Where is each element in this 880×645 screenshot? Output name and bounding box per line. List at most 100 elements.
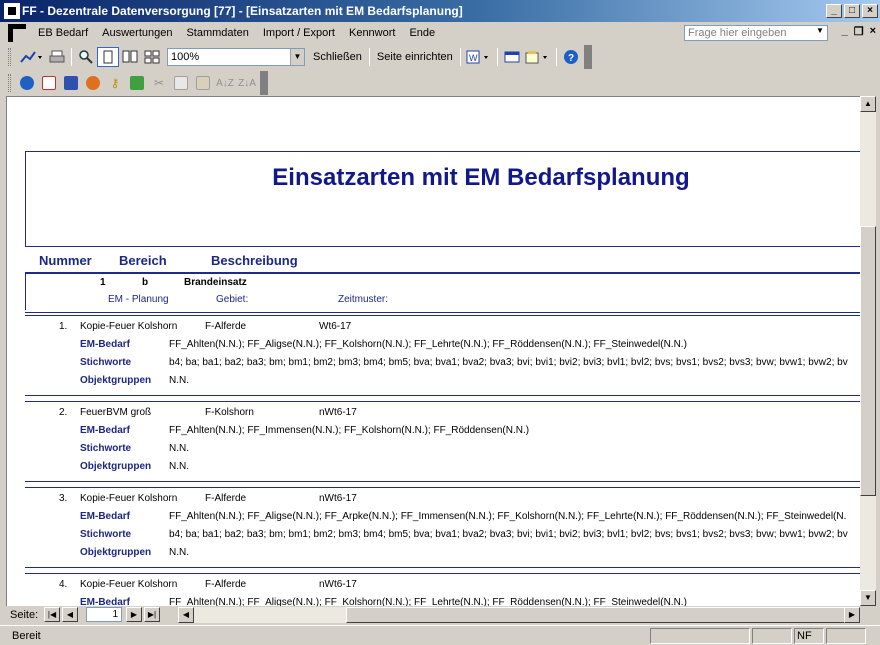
scroll-right-icon[interactable]: ▶ bbox=[844, 607, 860, 623]
scroll-up-icon[interactable]: ▲ bbox=[860, 96, 876, 112]
label-em-bedarf: EM-Bedarf bbox=[80, 597, 131, 606]
word-export-icon[interactable]: W bbox=[464, 47, 494, 67]
entry-objektgruppen: N.N. bbox=[169, 375, 189, 386]
first-page-icon[interactable]: |◀ bbox=[44, 607, 60, 622]
help-icon[interactable]: ? bbox=[560, 47, 582, 67]
one-page-icon[interactable] bbox=[97, 47, 119, 67]
menu-eb-bedarf[interactable]: EB Bedarf bbox=[32, 25, 96, 41]
minimize-button[interactable]: _ bbox=[826, 4, 842, 18]
label-stichworte: Stichworte bbox=[80, 357, 132, 368]
vertical-scrollbar[interactable]: ▲ ▼ bbox=[860, 96, 876, 606]
column-header-bereich: Bereich bbox=[119, 253, 167, 268]
entry-em-bedarf: FF_Ahlten(N.N.); FF_Aligse(N.N.); FF_Kol… bbox=[169, 597, 687, 606]
help-search-input[interactable]: Frage hier eingeben bbox=[684, 25, 828, 41]
resize-grip-icon[interactable] bbox=[868, 628, 878, 644]
label-em-planung: EM - Planung bbox=[108, 294, 169, 305]
multiple-pages-icon[interactable] bbox=[141, 47, 163, 67]
vertical-scroll-thumb[interactable] bbox=[860, 226, 876, 496]
column-header-beschreibung: Beschreibung bbox=[211, 253, 298, 268]
label-stichworte: Stichworte bbox=[80, 529, 132, 540]
cut-icon[interactable]: ✂ bbox=[148, 73, 170, 93]
copy-icon[interactable] bbox=[170, 73, 192, 93]
last-page-icon[interactable]: ▶| bbox=[144, 607, 160, 622]
database-window-icon[interactable] bbox=[501, 47, 523, 67]
horizontal-scroll-thumb[interactable] bbox=[346, 607, 848, 623]
key-icon[interactable]: ⚷ bbox=[104, 73, 126, 93]
close-preview-button[interactable]: Schließen bbox=[309, 51, 366, 63]
sort-ascending-icon[interactable]: A↓Z bbox=[214, 73, 236, 93]
scroll-left-icon[interactable]: ◀ bbox=[178, 607, 194, 623]
entry-gebiet: F-Alferde bbox=[205, 321, 247, 332]
paste-icon[interactable] bbox=[192, 73, 214, 93]
entry-em-bedarf: FF_Ahlten(N.N.); FF_Immensen(N.N.); FF_K… bbox=[169, 425, 530, 436]
toolbar-grip-2[interactable] bbox=[8, 74, 11, 92]
entry-gebiet: F-Kolshorn bbox=[205, 407, 254, 418]
app-icon bbox=[4, 3, 20, 19]
help-dropdown-icon[interactable]: ▼ bbox=[816, 26, 824, 35]
label-zeitmuster: Zeitmuster: bbox=[338, 294, 389, 305]
group-header: 1 b Brandeinsatz EM - Planung Gebiet: Ze… bbox=[25, 272, 860, 310]
maximize-button[interactable]: □ bbox=[844, 4, 860, 18]
zoom-dropdown-icon[interactable]: ▼ bbox=[290, 49, 304, 65]
new-object-icon[interactable] bbox=[523, 47, 553, 67]
globe-icon[interactable] bbox=[16, 73, 38, 93]
report-header-box: Einsatzarten mit EM Bedarfsplanung bbox=[25, 151, 860, 247]
document-icon[interactable] bbox=[8, 24, 26, 42]
label-stichworte: Stichworte bbox=[80, 443, 132, 454]
entry-stichworte: N.N. bbox=[169, 443, 189, 454]
mdi-restore-button[interactable]: ❐ bbox=[854, 25, 864, 38]
entry-zeitmuster: nWt6-17 bbox=[319, 407, 357, 418]
window-title-bar[interactable]: FF - Dezentrale Datenversorgung [77] - [… bbox=[0, 0, 880, 22]
toolbar-options-icon[interactable] bbox=[583, 45, 592, 69]
menu-stammdaten[interactable]: Stammdaten bbox=[180, 25, 256, 41]
group-bereich: b bbox=[142, 277, 149, 288]
book-icon[interactable] bbox=[60, 73, 82, 93]
label-objektgruppen: Objektgruppen bbox=[80, 461, 152, 472]
sort-descending-icon[interactable]: Z↓A bbox=[236, 73, 258, 93]
print-preview-toolbar: 100% ▼ Schließen Seite einrichten W ? bbox=[0, 44, 880, 70]
zoom-select[interactable]: 100% ▼ bbox=[167, 48, 305, 66]
label-em-bedarf: EM-Bedarf bbox=[80, 511, 131, 522]
window-title: FF - Dezentrale Datenversorgung [77] - [… bbox=[22, 4, 463, 18]
mdi-minimize-button[interactable]: _ bbox=[842, 25, 848, 38]
entry-objektgruppen: N.N. bbox=[169, 547, 189, 558]
list-item: 1. Kopie-Feuer Kolshorn F-Alferde Wt6-17… bbox=[25, 315, 860, 401]
view-chart-icon[interactable] bbox=[16, 47, 46, 67]
entry-em-bedarf: FF_Ahlten(N.N.); FF_Aligse(N.N.); FF_Kol… bbox=[169, 339, 687, 350]
page-setup-button[interactable]: Seite einrichten bbox=[373, 51, 457, 63]
entry-number: 4. bbox=[59, 579, 68, 590]
page-number-input[interactable]: 1 bbox=[86, 607, 122, 622]
relations-icon[interactable] bbox=[82, 73, 104, 93]
mdi-close-button[interactable]: × bbox=[870, 25, 876, 38]
svg-text:W: W bbox=[469, 53, 478, 63]
group-nummer: 1 bbox=[100, 277, 106, 288]
exit-icon[interactable] bbox=[126, 73, 148, 93]
entry-number: 2. bbox=[59, 407, 68, 418]
list-item: 2. FeuerBVM groß F-Kolshorn nWt6-17 EM-B… bbox=[25, 401, 860, 487]
entry-gebiet: F-Alferde bbox=[205, 493, 247, 504]
entry-number: 1. bbox=[59, 321, 68, 332]
zoom-magnifier-icon[interactable] bbox=[75, 47, 97, 67]
toolbar2-options-icon[interactable] bbox=[260, 71, 268, 95]
two-pages-icon[interactable] bbox=[119, 47, 141, 67]
menu-auswertungen[interactable]: Auswertungen bbox=[96, 25, 180, 41]
entry-name: Kopie-Feuer Kolshorn bbox=[80, 579, 178, 590]
page-navigation-bar: Seite: |◀ ◀ 1 ▶ ▶| ◀ ▶ bbox=[0, 606, 880, 624]
list-item: 3. Kopie-Feuer Kolshorn F-Alferde nWt6-1… bbox=[25, 487, 860, 573]
status-bar: Bereit NF bbox=[0, 625, 880, 645]
mdi-controls: _ ❐ × bbox=[842, 25, 876, 38]
toolbar-grip[interactable] bbox=[8, 48, 11, 66]
next-page-icon[interactable]: ▶ bbox=[126, 607, 142, 622]
menu-ende[interactable]: Ende bbox=[403, 25, 443, 41]
menu-kennwort[interactable]: Kennwort bbox=[343, 25, 403, 41]
entry-objektgruppen: N.N. bbox=[169, 461, 189, 472]
report-preview[interactable]: Einsatzarten mit EM Bedarfsplanung Numme… bbox=[6, 96, 860, 606]
menu-import-export[interactable]: Import / Export bbox=[257, 25, 343, 41]
close-button[interactable]: × bbox=[862, 4, 878, 18]
print-icon[interactable] bbox=[46, 47, 68, 67]
previous-page-icon[interactable]: ◀ bbox=[62, 607, 78, 622]
scroll-down-icon[interactable]: ▼ bbox=[860, 590, 876, 606]
horizontal-scrollbar[interactable]: ◀ ▶ bbox=[178, 607, 860, 623]
entry-name: Kopie-Feuer Kolshorn bbox=[80, 493, 178, 504]
report-icon[interactable] bbox=[38, 73, 60, 93]
